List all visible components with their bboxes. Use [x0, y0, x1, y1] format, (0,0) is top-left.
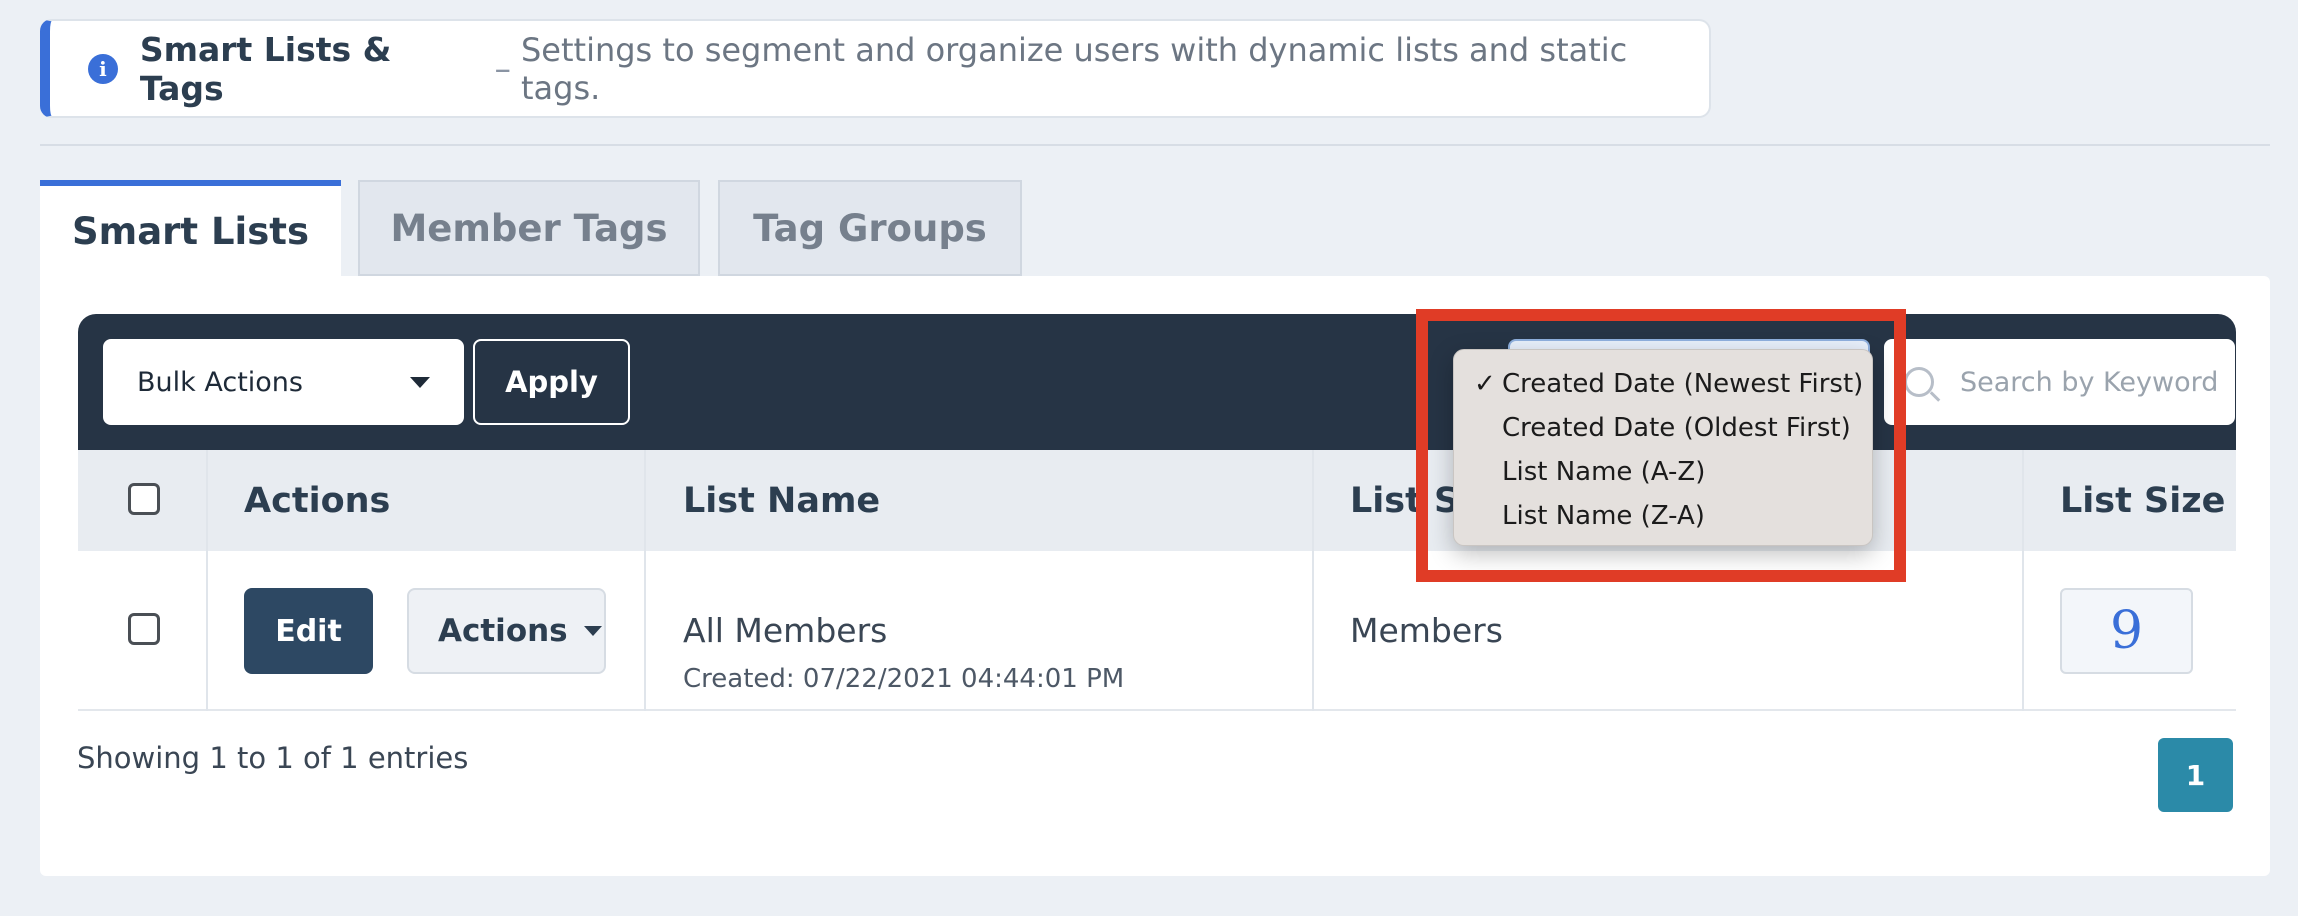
apply-button[interactable]: Apply	[473, 339, 630, 425]
divider	[40, 144, 2270, 146]
row-checkbox[interactable]	[128, 613, 160, 645]
search-icon[interactable]	[1904, 367, 1934, 397]
notice-title: Smart Lists & Tags	[139, 29, 392, 108]
highlight-box	[1416, 309, 1906, 582]
column-divider	[2022, 450, 2024, 711]
tab-tag-groups[interactable]: Tag Groups	[718, 180, 1022, 276]
list-name[interactable]: All Members	[683, 611, 887, 650]
search-input[interactable]	[1960, 366, 2240, 398]
chevron-down-icon	[410, 377, 430, 388]
list-created-date: Created: 07/22/2021 04:44:01 PM	[683, 664, 1125, 694]
smart-lists-panel: Bulk Actions Apply Actions List Name Lis…	[40, 276, 2270, 876]
chevron-down-icon	[583, 626, 602, 636]
pagination-page-1[interactable]: 1	[2158, 738, 2233, 812]
column-divider	[644, 450, 646, 711]
table-header	[78, 450, 2236, 551]
column-header-list-name[interactable]: List Name	[683, 450, 880, 551]
table-row	[78, 551, 2236, 711]
tab-member-tags[interactable]: Member Tags	[358, 180, 700, 276]
notice-separator: –	[494, 49, 511, 88]
column-header-list-size[interactable]: List Size	[2060, 450, 2225, 551]
bulk-actions-label: Bulk Actions	[137, 366, 303, 398]
row-actions-label: Actions	[438, 613, 568, 649]
notice-description: Settings to segment and organize users w…	[520, 30, 1628, 107]
entries-info: Showing 1 to 1 of 1 entries	[77, 741, 469, 775]
list-source: Members	[1350, 611, 1503, 650]
edit-button[interactable]: Edit	[244, 588, 373, 674]
bulk-actions-select[interactable]: Bulk Actions	[103, 339, 464, 425]
info-icon: i	[88, 53, 118, 84]
row-actions-button[interactable]: Actions	[407, 588, 606, 674]
list-size-badge[interactable]: 9	[2060, 588, 2193, 674]
column-header-actions[interactable]: Actions	[244, 450, 390, 551]
column-divider	[1312, 450, 1314, 711]
tab-smart-lists[interactable]: Smart Lists	[40, 180, 341, 276]
info-notice: i Smart Lists & Tags – Settings to segme…	[40, 19, 1711, 118]
column-divider	[206, 450, 208, 711]
select-all-checkbox[interactable]	[128, 483, 160, 515]
search-box	[1884, 339, 2240, 425]
table-toolbar: Bulk Actions Apply	[78, 314, 2240, 450]
